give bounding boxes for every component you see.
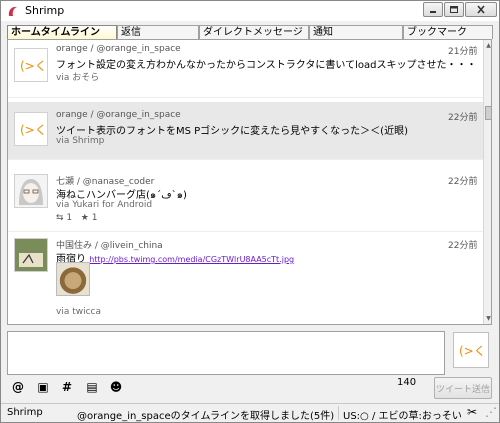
window-title: Shrimp — [25, 4, 65, 17]
media-thumbnail[interactable] — [56, 262, 90, 296]
user-icon[interactable]: ☻ — [109, 380, 123, 394]
photo-avatar-icon — [15, 239, 47, 271]
orange-avatar-icon: (>く — [20, 123, 47, 137]
tab-bookmarks[interactable]: ブックマーク — [403, 25, 493, 39]
close-icon — [477, 5, 485, 14]
tweet-via[interactable]: via おそら — [56, 70, 99, 83]
tab-bar: ホームタイムライン 返信 ダイレクトメッセージ 通知 ブックマーク — [7, 25, 495, 40]
tweet-text: フォント設定の変え方わかんなかったからコンストラクタに書いてloadスキップさせ… — [56, 60, 476, 71]
favorite-count: 1 — [91, 213, 98, 223]
tweet-input[interactable] — [7, 331, 445, 375]
media-link[interactable]: http://pbs.twimg.com/media/CGzTWlrU8AA5c… — [89, 255, 294, 264]
timeline-scrollbar[interactable]: ▲ ▼ — [483, 40, 491, 324]
status-divider — [338, 406, 339, 420]
shrimp-app-icon — [8, 6, 18, 16]
tweet-item[interactable]: (>く orange / @orange_in_space 21分前 フォント設… — [8, 40, 483, 98]
anime-avatar-icon — [19, 179, 43, 205]
avatar[interactable] — [14, 174, 48, 208]
status-app-name: Shrimp — [7, 407, 43, 418]
retweet-count: 1 — [66, 213, 73, 223]
scroll-down-arrow-icon[interactable]: ▼ — [484, 314, 491, 323]
tweet-text: ツイート表示のフォントをMS Pゴシックに変えたら見やすくなった＞＜(近眼) — [56, 126, 408, 137]
orange-avatar-icon: (>く — [459, 344, 486, 358]
tweet-item[interactable]: 七瀬 / @nanase_coder 22分前 海ねこハンバーグ店(๑´ڡ`๑)… — [8, 168, 483, 232]
tweet-via[interactable]: via Shrimp — [56, 136, 104, 146]
svg-text:(>く: (>く — [459, 344, 486, 358]
timeline-list[interactable]: (>く orange / @orange_in_space 21分前 フォント設… — [7, 39, 492, 325]
tab-home-timeline[interactable]: ホームタイムライン — [7, 25, 117, 40]
status-message: @orange_in_spaceのタイムラインを取得しました(5件) — [77, 411, 335, 422]
hashtag-icon[interactable]: # — [60, 380, 74, 394]
send-tweet-button[interactable]: ツイート送信 — [434, 377, 492, 399]
tweet-via[interactable]: via twicca — [56, 307, 101, 317]
scroll-thumb[interactable] — [485, 106, 491, 120]
tab-notifications[interactable]: 通知 — [309, 25, 403, 39]
svg-text:(>く: (>く — [20, 123, 47, 137]
avatar[interactable]: (>く — [14, 48, 48, 82]
tab-label: 返信 — [121, 27, 141, 38]
tab-replies[interactable]: 返信 — [117, 25, 199, 39]
status-bar: Shrimp @orange_in_spaceのタイムラインを取得しました(5件… — [1, 403, 499, 422]
orange-avatar-icon: (>く — [20, 59, 47, 73]
char-count: 140 — [397, 377, 417, 388]
tweet-text: 雨宿り http://pbs.twimg.com/media/CGzTWlrU8… — [56, 250, 476, 265]
document-icon[interactable]: ▤ — [85, 380, 99, 394]
tab-direct-messages[interactable]: ダイレクトメッセージ — [199, 25, 309, 39]
tools-icon[interactable]: ✂ — [467, 405, 477, 419]
minimize-icon — [430, 10, 436, 13]
tab-label: ブックマーク — [407, 27, 467, 38]
favorite-icon[interactable]: ★ — [81, 213, 89, 223]
tab-label: ダイレクトメッセージ — [203, 27, 303, 38]
tab-label: 通知 — [313, 27, 333, 38]
tweet-stats: ⇆ 1 ★ 1 — [56, 213, 97, 223]
minimize-button[interactable] — [423, 2, 443, 17]
tweet-user[interactable]: orange / @orange_in_space — [56, 110, 181, 120]
maximize-icon — [450, 6, 458, 13]
tweet-via[interactable]: via Yukari for Android — [56, 200, 152, 210]
close-button[interactable] — [465, 2, 497, 17]
avatar[interactable] — [14, 238, 48, 272]
svg-text:(>く: (>く — [20, 59, 47, 73]
tab-label: ホームタイムライン — [11, 27, 100, 38]
status-info: US:○ / エビの草:おっそい — [343, 411, 462, 422]
app-window: Shrimp ホームタイムライン 返信 ダイレクトメッセージ 通知 ブックマーク… — [0, 0, 500, 423]
scroll-up-arrow-icon[interactable]: ▲ — [484, 41, 491, 50]
resize-grip-icon[interactable]: ⋰ — [485, 405, 497, 419]
at-icon[interactable]: @ — [11, 380, 25, 394]
tweet-user[interactable]: orange / @orange_in_space — [56, 44, 181, 54]
tweet-item[interactable]: (>く orange / @orange_in_space 22分前 ツイート表… — [8, 102, 483, 160]
retweet-icon[interactable]: ⇆ — [56, 213, 64, 223]
image-icon[interactable]: ▣ — [36, 380, 50, 394]
title-bar[interactable]: Shrimp — [1, 1, 499, 21]
compose-avatar[interactable]: (>く — [453, 332, 489, 368]
tweet-item[interactable]: 中国住み / @livein_china 22分前 雨宿り http://pbs… — [8, 236, 483, 324]
avatar[interactable]: (>く — [14, 112, 48, 146]
maximize-button[interactable] — [444, 2, 464, 17]
